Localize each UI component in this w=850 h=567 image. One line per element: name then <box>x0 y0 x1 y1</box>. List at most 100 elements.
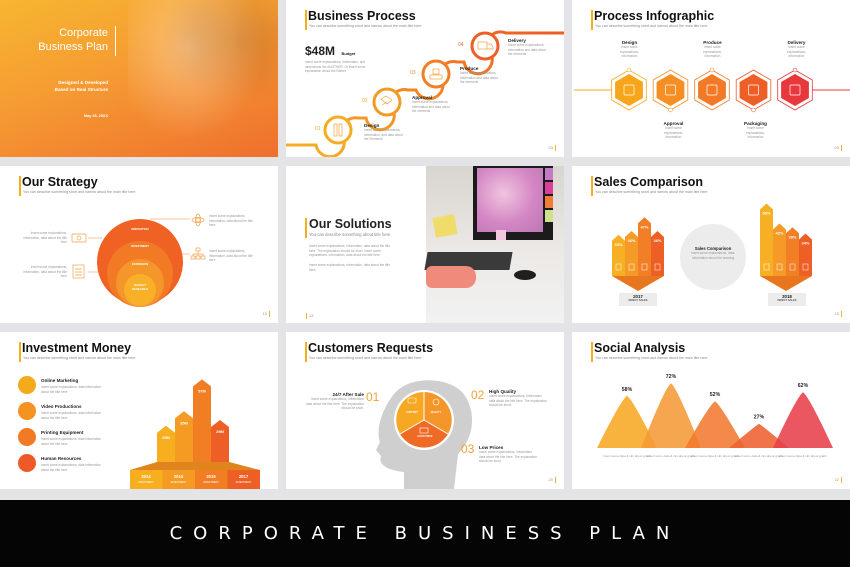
slide-strategy[interactable]: Our Strategy You can describe something … <box>0 166 278 323</box>
step-produce: Produce Insert some explanations, informa… <box>460 66 498 85</box>
page-number: 10 <box>263 311 270 317</box>
sales-base <box>760 276 812 291</box>
ring-label: INVESTMENT <box>130 244 150 248</box>
sales-value-label: 47% <box>640 224 648 229</box>
hand-arm <box>426 266 476 288</box>
social-value-label: 72% <box>666 374 677 380</box>
hex-label-packaging: Packaging Insert some explanations, infor… <box>744 121 767 140</box>
investment-caption: INVESTMENT <box>138 481 154 484</box>
investment-value-label: 57M <box>198 388 206 393</box>
page-number: 15 <box>835 311 842 317</box>
ring-label: MARKET RESEARCH <box>132 283 148 291</box>
sales-value-label: 39% <box>788 234 796 239</box>
investment-year-block <box>130 470 163 489</box>
social-value-label: 62% <box>798 383 809 389</box>
money-icon <box>71 233 87 243</box>
pie-label: GOOD PRICE <box>417 435 433 438</box>
title-accent <box>305 218 307 238</box>
slide-cover[interactable]: Corporate Business Plan Designed & Develo… <box>0 0 278 157</box>
investment-year-block <box>227 470 260 489</box>
slide-customers[interactable]: Customers Requests You can describe some… <box>286 332 564 489</box>
investment-bar <box>175 411 193 462</box>
hex-label-design: Design Insert some explanations, informat… <box>620 40 639 59</box>
social-desc: Insert some data & info about graph <box>779 454 827 458</box>
social-desc: Insert some data & info about graph <box>647 454 695 458</box>
sales-value-label: 33% <box>614 242 622 247</box>
sticky-notes <box>432 214 458 238</box>
page-number: 03 <box>549 145 556 151</box>
ring-label: EXPANSION <box>131 262 149 266</box>
sales-center-text: Sales Comparison Insert some explanation… <box>690 246 736 260</box>
investment-value-label: 35M <box>180 420 188 425</box>
investment-value-label: 29M <box>216 429 224 434</box>
step-approval: Approval Insert some explanations, inform… <box>412 95 450 114</box>
sales-value-label: 34% <box>801 241 809 246</box>
slide-title: Our Solutions <box>309 217 392 231</box>
slide-solutions[interactable]: Our Solutions You can describe something… <box>286 166 564 323</box>
year-label-2017: 2017 DIRECT SALES <box>619 293 657 306</box>
page-number: 20 <box>549 477 556 483</box>
investment-year-block <box>195 470 228 489</box>
pie-label: QUALITY <box>430 411 442 414</box>
social-desc: Insert some data & info about graph <box>603 454 651 458</box>
step-number: 02 <box>362 98 368 104</box>
investment-caption: INVESTMENT <box>203 481 219 484</box>
hexagon-node <box>709 67 715 73</box>
hexagon-node <box>751 107 756 113</box>
social-value-label: 27% <box>754 415 765 421</box>
investment-caption: INVESTMENT <box>236 481 252 484</box>
hex-label-produce: Produce Insert some explanations, informa… <box>703 40 722 59</box>
investment-platform-top <box>130 462 260 470</box>
investment-bar <box>211 419 229 462</box>
callout-text: Insert some explanations, information, d… <box>209 214 253 228</box>
cover-date: May 25, 20XX <box>83 114 108 118</box>
sales-value-label: 36% <box>627 238 635 243</box>
hexagon-node <box>668 107 673 113</box>
social-value-label: 52% <box>710 392 721 398</box>
sales-value-label: 42% <box>775 231 783 236</box>
investment-bar <box>157 425 175 462</box>
request-number: 01 <box>366 390 380 404</box>
slide-business-process[interactable]: Business Process You can describe someth… <box>286 0 564 157</box>
monitor <box>473 166 553 240</box>
social-desc: Insert some data & info about graph <box>691 454 739 458</box>
sticky-note-pink <box>496 230 506 240</box>
step-number: 04 <box>458 42 464 48</box>
calculator-icon <box>72 264 85 279</box>
investment-year-label: 2017 <box>239 474 249 479</box>
hexagon-node <box>626 67 632 73</box>
social-value-label: 58% <box>622 387 633 393</box>
request-item: Low Prices Insert some explanations, info… <box>479 445 537 464</box>
investment-value-label: 25M <box>162 435 170 440</box>
solutions-paragraph: Insert some explanations, information, d… <box>309 244 390 258</box>
cover-background: Corporate Business Plan Designed & Develo… <box>0 0 278 157</box>
ring-label: INNOVATION <box>131 227 149 231</box>
pie-label: SUPPORT <box>406 411 418 414</box>
slide-investment[interactable]: Investment Money You can describe someth… <box>0 332 278 489</box>
hexagon-node <box>792 67 798 73</box>
slide-social[interactable]: Social Analysis You can describe somethi… <box>572 332 850 489</box>
sales-value-label: 36% <box>653 238 661 243</box>
step-circle <box>470 31 500 61</box>
slide-process-infographic[interactable]: Process Infographic You can describe som… <box>572 0 850 157</box>
page-number: 22 <box>835 477 842 483</box>
cover-title: Corporate Business Plan <box>38 27 108 53</box>
year-label-2018: 2018 DIRECT SALES <box>768 293 806 306</box>
mouse <box>514 270 536 280</box>
page-number: 05 <box>835 145 842 151</box>
sales-value-label: 58% <box>762 211 770 216</box>
request-number: 03 <box>461 442 475 456</box>
slide-sales-comparison[interactable]: Sales Comparison You can describe someth… <box>572 166 850 323</box>
investment-chart: 25M 35M 57M 29M 2014 INVESTMENT 2015 INVESTMENT… <box>130 379 260 489</box>
social-peak <box>685 401 745 448</box>
page-number: 13 <box>306 313 313 319</box>
investment-year-label: 2016 <box>206 474 216 479</box>
step-number: 03 <box>410 70 416 76</box>
request-number: 02 <box>471 388 485 402</box>
hex-label-approval: Approval Insert some explanations, inform… <box>663 121 684 140</box>
atom-icon <box>195 217 201 223</box>
investment-year-block <box>162 470 195 489</box>
step-circle <box>323 115 353 145</box>
slide-subtitle: You can describe something about title h… <box>309 232 391 237</box>
bottom-banner: CORPORATE BUSINESS PLAN <box>0 500 850 567</box>
